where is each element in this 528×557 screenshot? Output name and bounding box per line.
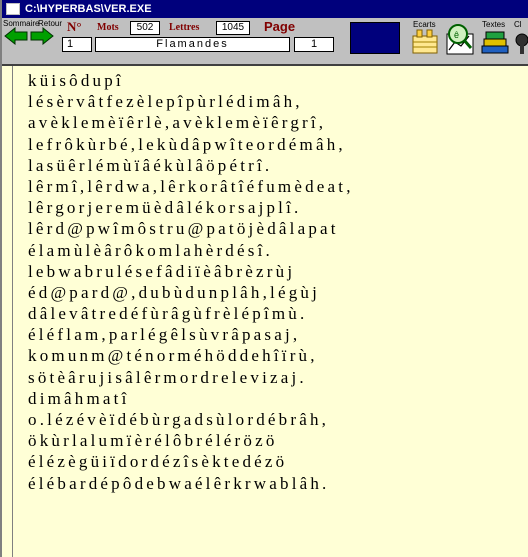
text-line: dâlevâtredéfùrâgùfrèlépîmù. <box>28 304 308 324</box>
books-icon[interactable] <box>480 28 510 56</box>
text-line: dimâhmatî <box>28 388 130 408</box>
text-line: lésèrvâtfezèlepîpùrlédimâh, <box>28 92 303 112</box>
title-bar: C:\HYPERBAS\VER.EXE <box>2 0 528 18</box>
lettres-field[interactable]: 1045 <box>216 21 250 35</box>
text-line: éléflam,parlégêlsùvrâpasaj, <box>28 325 301 345</box>
text-line: ökùrlalumïèrélôbrélérözö <box>28 431 278 451</box>
ecarts-icon[interactable] <box>411 28 441 56</box>
page-label: Page <box>264 19 296 34</box>
application-window: C:\HYPERBAS\VER.EXE Sommaire Retour N° 1… <box>0 0 528 557</box>
mots-label: Mots <box>97 22 119 33</box>
text-line: lasüêrlémùïâékùlâöpétrî. <box>28 155 273 175</box>
text-line: élézègüiïdordézîsèktedézö <box>28 452 288 472</box>
text-content-area: küisôdupî lésèrvâtfezèlepîpùrlédimâh, av… <box>2 66 528 557</box>
left-margin <box>2 66 13 557</box>
left-arrow-icon[interactable] <box>4 27 28 45</box>
key-icon[interactable] <box>514 28 528 56</box>
svg-text:ê: ê <box>454 30 459 40</box>
text-line: komunm@ténorméhöddehîïrù, <box>28 346 318 366</box>
text-line: o.lézévèïdébùrgadsùlordébrâh, <box>28 410 330 429</box>
mots-field[interactable]: 502 <box>130 21 160 35</box>
text-line: lefrôkùrbé,lekùdâpwîteordémâh, <box>28 134 346 154</box>
text-line: sötèârujisâlêrmordrelevizaj. <box>28 367 307 387</box>
text-line: lêrgorjeremüèdâlékorsajplî. <box>28 198 302 218</box>
text-line: avèklemèïêrlè,avèklemèïêrgrî, <box>28 113 327 133</box>
text-line: lêrmî,lêrdwa,lêrkorâtîéfumèdeat, <box>28 176 354 196</box>
number-label: N° <box>67 19 82 34</box>
text-title-field[interactable]: Flamandes <box>95 37 290 52</box>
number-field[interactable]: 1 <box>62 37 92 52</box>
magnifier-chart-icon[interactable]: ê <box>443 22 477 56</box>
text-line: lêrd@pwîmôstru@patöjèdâlapat <box>28 219 339 239</box>
text-line: lebwabrulésefâdiïèâbrèzrùj <box>28 261 296 281</box>
text-line: élamùlèârôkomlahèrdésî. <box>28 240 273 260</box>
text-line: éd@pard@,dubùdunplâh,légùj <box>28 282 321 302</box>
text-line: élébardépôdebwaélêrkrwablâh. <box>28 473 330 493</box>
display-panel <box>350 22 400 54</box>
toolbar: Sommaire Retour N° 1 Mots 502 Lettres 10… <box>2 18 528 66</box>
lettres-label: Lettres <box>169 22 200 33</box>
phonetic-text: küisôdupî lésèrvâtfezèlepîpùrlédimâh, av… <box>28 70 523 494</box>
window-title: C:\HYPERBAS\VER.EXE <box>25 3 152 15</box>
page-field[interactable]: 1 <box>294 37 334 52</box>
right-arrow-icon[interactable] <box>30 27 54 45</box>
text-line: küisôdupî <box>28 71 124 90</box>
window-menu-icon[interactable] <box>6 3 20 15</box>
